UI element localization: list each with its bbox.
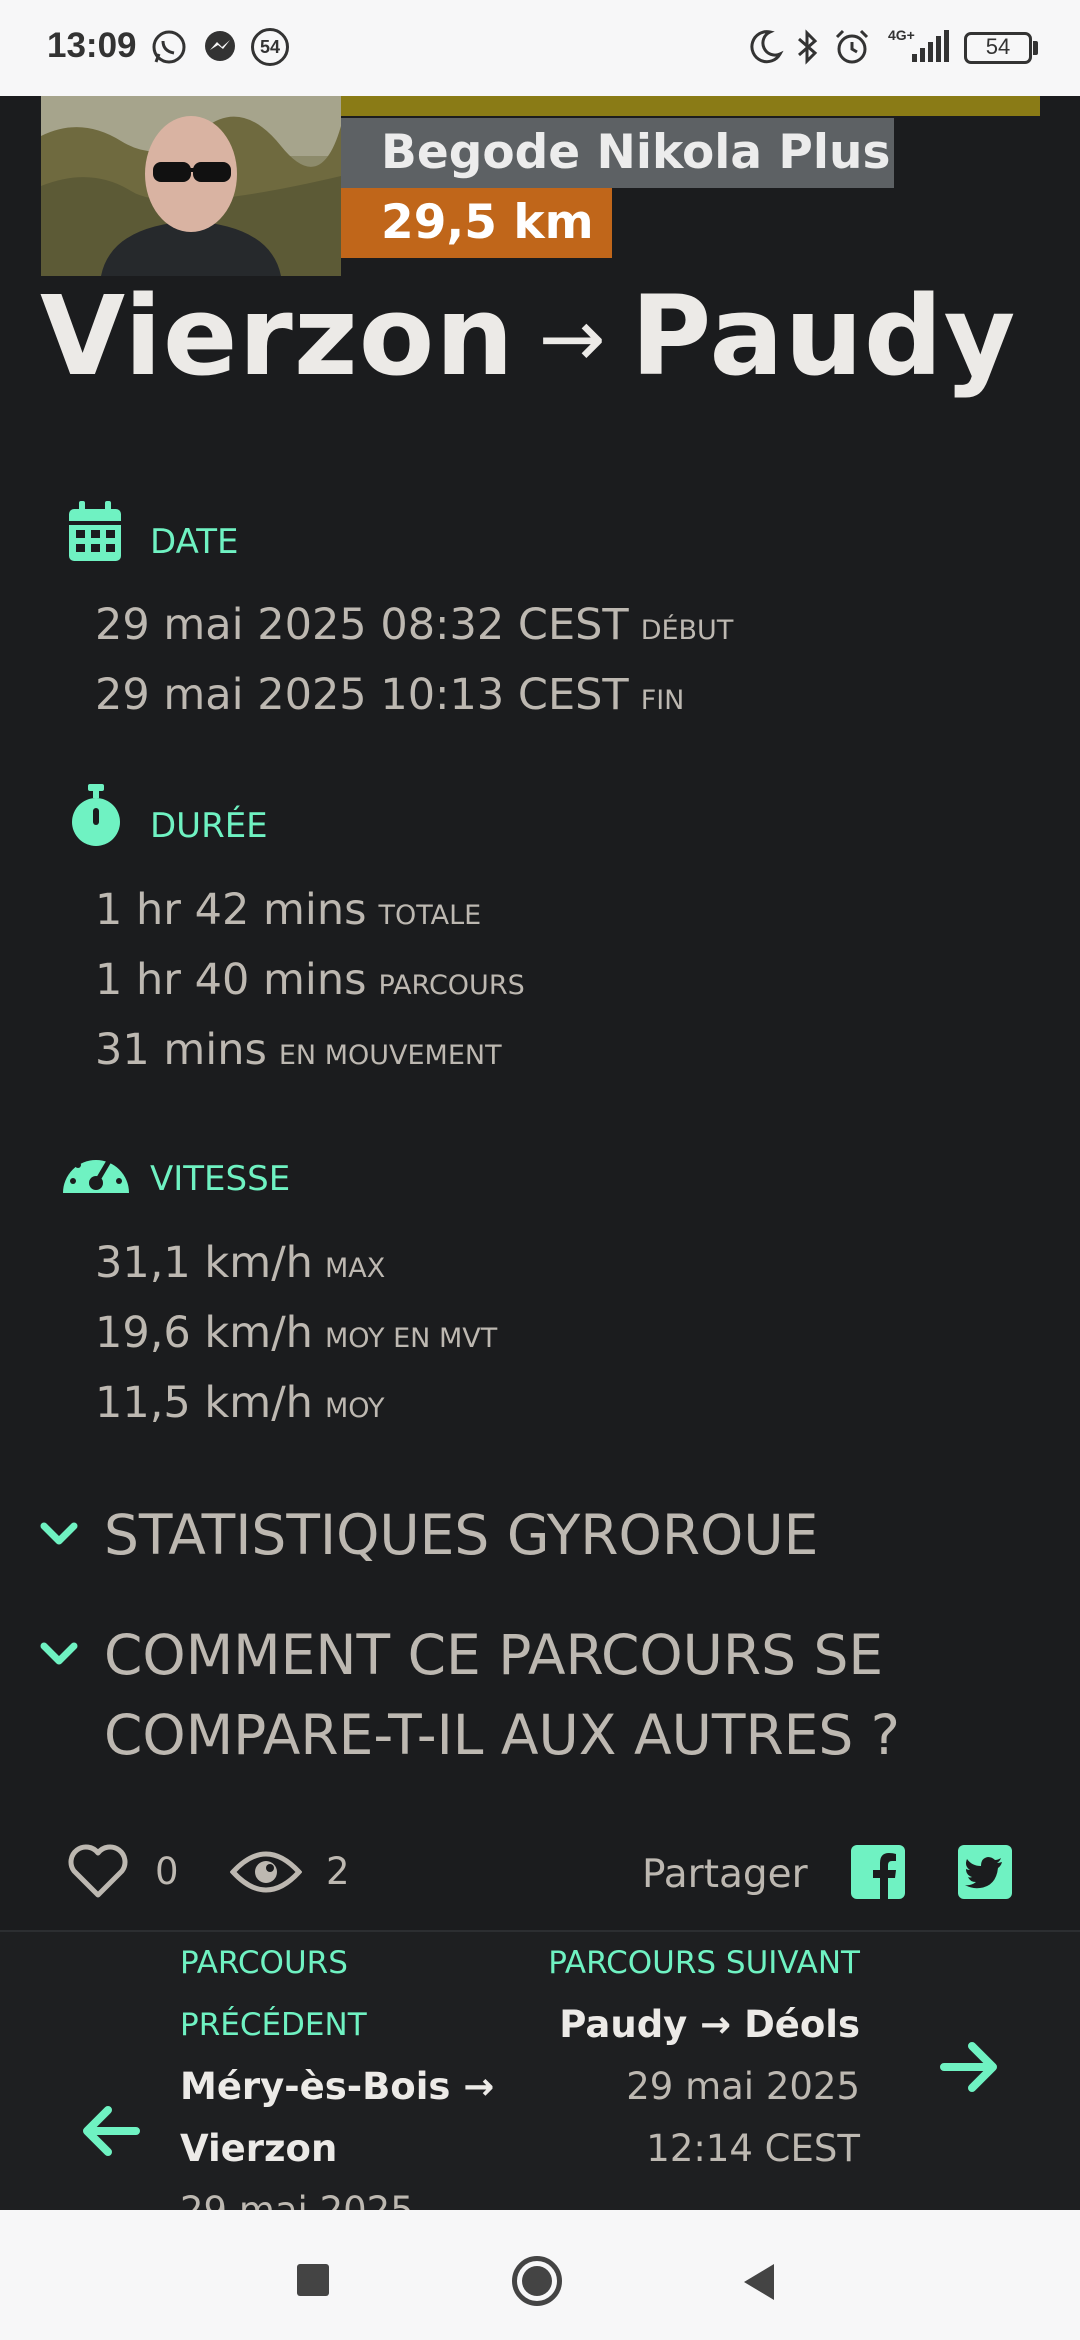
route-destination: Paudy: [630, 272, 1017, 400]
home-button[interactable]: [512, 2256, 562, 2306]
speed-avg-row: 11,5 km/h MOY: [95, 1378, 385, 1428]
notification-count-badge: 54: [251, 28, 289, 66]
duration-total-value: 1 hr 42 mins: [95, 885, 367, 935]
duration-total-row: 1 hr 42 mins TOTALE: [95, 885, 481, 935]
duration-ride-label: PARCOURS: [378, 970, 525, 1001]
battery-tip: [1033, 41, 1038, 55]
next-ride-link[interactable]: PARCOURS SUIVANT Paudy → Déols 29 mai 20…: [548, 1932, 1080, 2210]
whatsapp-icon: [152, 30, 186, 64]
speedometer-icon: [63, 1153, 129, 1193]
bluetooth-icon: [798, 29, 818, 65]
like-heart-icon[interactable]: [67, 1843, 129, 1899]
previous-ride-name-line1: Méry-ès-Bois →: [180, 2065, 495, 2108]
distance-label: 29,5 km: [341, 188, 612, 258]
share-label: Partager: [642, 1852, 808, 1897]
battery-icon: 54: [964, 32, 1032, 64]
route-origin: Vierzon: [40, 272, 515, 400]
date-start-row: 29 mai 2025 08:32 CEST DÉBUT: [95, 600, 733, 650]
speed-max-row: 31,1 km/h MAX: [95, 1238, 385, 1288]
chevron-down-icon: [40, 1522, 78, 1545]
compare-title-line2: COMPARE-T-IL AUX AUTRES ?: [104, 1703, 900, 1767]
speed-avg-moving-row: 19,6 km/h MOY EN MVT: [95, 1308, 497, 1358]
speed-heading: VITESSE: [150, 1159, 291, 1199]
date-start-value: 29 mai 2025 08:32 CEST: [95, 600, 629, 650]
calendar-icon: [69, 501, 121, 561]
speed-avg-label: MOY: [324, 1393, 385, 1424]
speed-max-value: 31,1 km/h: [95, 1238, 313, 1288]
facebook-share-icon[interactable]: [851, 1845, 905, 1899]
previous-ride-label-line2: PRÉCÉDENT: [180, 2007, 367, 2043]
next-ride-time: 12:14 CEST: [646, 2127, 860, 2170]
status-bar: 13:09 54 4G+ 54: [0, 0, 1080, 96]
previous-ride-link[interactable]: PARCOURS PRÉCÉDENT Méry-ès-Bois → Vierzo…: [0, 1932, 520, 2210]
duration-moving-label: EN MOUVEMENT: [278, 1040, 502, 1071]
next-ride-date: 29 mai 2025: [626, 2065, 860, 2108]
next-ride-name: Paudy → Déols: [559, 2003, 860, 2046]
page-title: Vierzon → Paudy: [40, 272, 1016, 400]
chevron-down-icon: [40, 1642, 78, 1665]
duration-moving-value: 31 mins: [95, 1025, 267, 1075]
date-end-label: FIN: [640, 685, 685, 716]
route-arrow: →: [538, 292, 607, 385]
date-heading: DATE: [150, 522, 239, 562]
date-start-label: DÉBUT: [640, 615, 734, 646]
stopwatch-icon: [72, 784, 120, 846]
views-eye-icon: [230, 1851, 302, 1893]
messenger-icon: [205, 31, 235, 61]
speed-max-label: MAX: [324, 1253, 386, 1284]
twitter-share-icon[interactable]: [958, 1845, 1012, 1899]
duration-ride-value: 1 hr 40 mins: [95, 955, 367, 1005]
duration-total-label: TOTALE: [378, 900, 482, 931]
next-ride-label: PARCOURS SUIVANT: [548, 1945, 860, 1981]
view-count: 2: [326, 1850, 350, 1893]
wheel-stats-title: STATISTIQUES GYROROUE: [104, 1503, 819, 1567]
duration-moving-row: 31 mins EN MOUVEMENT: [95, 1025, 502, 1075]
compare-collapsible[interactable]: COMMENT CE PARCOURS SE COMPARE-T-IL AUX …: [40, 1615, 1040, 1775]
duration-ride-row: 1 hr 40 mins PARCOURS: [95, 955, 525, 1005]
previous-ride-date: 29 mai 2025: [180, 2180, 414, 2210]
like-count: 0: [155, 1850, 179, 1893]
speed-avg-value: 11,5 km/h: [95, 1378, 313, 1428]
do-not-disturb-moon-icon: [750, 30, 784, 64]
route-time-label: [341, 96, 1040, 116]
home-button-dot: [522, 2266, 552, 2296]
wheel-stats-collapsible[interactable]: STATISTIQUES GYROROUE: [40, 1495, 1040, 1575]
signal-strength-icon: [912, 30, 949, 62]
status-time: 13:09: [47, 26, 137, 65]
compare-title-line1: COMMENT CE PARCOURS SE: [104, 1623, 884, 1687]
previous-ride-label-line1: PARCOURS: [180, 1945, 348, 1981]
speed-avg-moving-value: 19,6 km/h: [95, 1308, 313, 1358]
system-navigation-bar: [0, 2210, 1080, 2340]
duration-heading: DURÉE: [150, 806, 268, 846]
date-end-value: 29 mai 2025 10:13 CEST: [95, 670, 629, 720]
arrow-right-icon: [940, 2042, 997, 2092]
date-end-row: 29 mai 2025 10:13 CEST FIN: [95, 670, 684, 720]
previous-ride-name-line2: Vierzon: [180, 2127, 338, 2170]
arrow-left-icon: [83, 2106, 140, 2156]
recent-apps-button[interactable]: [297, 2264, 329, 2296]
speed-avg-moving-label: MOY EN MVT: [324, 1323, 498, 1354]
ride-navigation: PARCOURS PRÉCÉDENT Méry-ès-Bois → Vierzo…: [0, 1930, 1080, 2210]
back-button[interactable]: [740, 2262, 776, 2302]
alarm-icon: [835, 29, 869, 64]
battery-level: 54: [985, 34, 1011, 59]
device-label: Begode Nikola Plus: [341, 118, 894, 188]
rider-avatar-photo: [41, 96, 341, 276]
